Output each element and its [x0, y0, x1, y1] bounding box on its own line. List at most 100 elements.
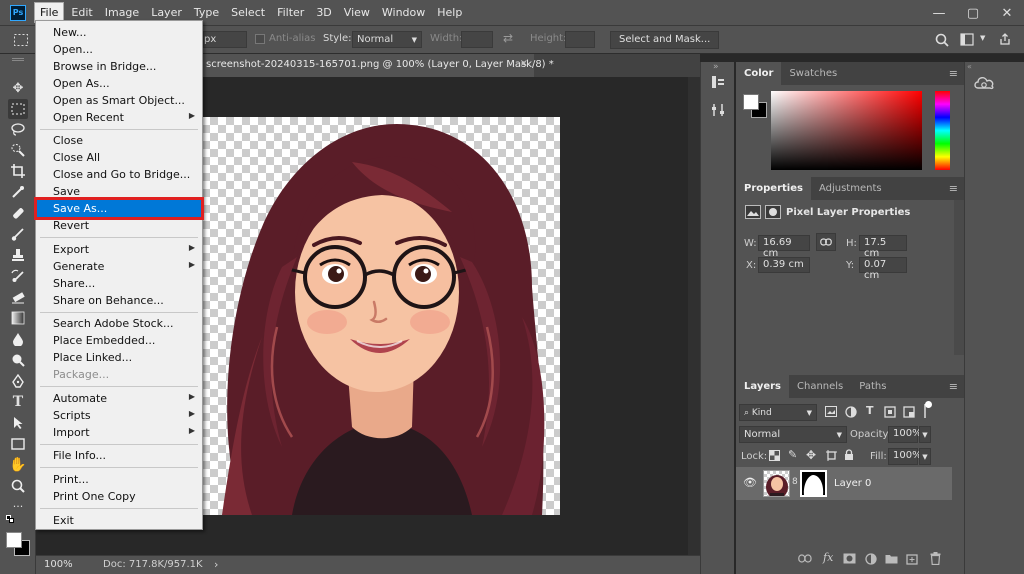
menu-item-close-all[interactable]: Close All	[37, 149, 201, 166]
properties-scrollbar[interactable]	[954, 200, 964, 355]
toolbar-collapse-handle[interactable]	[12, 58, 24, 61]
panel-foreground-swatch[interactable]	[743, 94, 759, 110]
minimize-button[interactable]: —	[922, 0, 956, 26]
foreground-color-swatch[interactable]	[6, 532, 22, 548]
close-document-icon[interactable]: ×	[520, 58, 528, 69]
menu-item-close-and-go-to-bridge[interactable]: Close and Go to Bridge...	[37, 166, 201, 183]
color-panel-menu-icon[interactable]: ≡	[949, 67, 958, 80]
feather-input[interactable]: px	[203, 31, 247, 48]
eye-visibility-icon[interactable]: 👁	[743, 476, 757, 489]
eraser-tool-icon[interactable]	[8, 287, 28, 307]
layer-y-input[interactable]: 0.07 cm	[859, 257, 907, 281]
menu-item-open-recent[interactable]: Open Recent ▶	[37, 109, 201, 126]
menu-item-close[interactable]: Close	[37, 132, 201, 149]
default-colors-icon[interactable]	[6, 515, 16, 525]
menu-item-file-info[interactable]: File Info...	[37, 447, 201, 464]
filter-toggle-switch[interactable]	[924, 401, 932, 418]
menu-help[interactable]: Help	[432, 3, 467, 22]
lock-position-icon[interactable]: ✥	[806, 448, 816, 462]
dock-collapse-handle[interactable]: »	[713, 62, 719, 72]
hand-tool-icon[interactable]: ✋	[8, 455, 28, 475]
link-layers-icon[interactable]	[798, 554, 812, 563]
delete-layer-icon[interactable]	[930, 552, 941, 565]
menu-3d[interactable]: 3D	[311, 3, 336, 22]
menu-item-place-embedded[interactable]: Place Embedded...	[37, 332, 201, 349]
history-brush-tool-icon[interactable]	[8, 266, 28, 286]
history-panel-icon[interactable]	[710, 74, 726, 90]
menu-item-import[interactable]: Import ▶	[37, 424, 201, 441]
eyedropper-tool-icon[interactable]	[8, 182, 28, 202]
tab-swatches[interactable]: Swatches	[781, 62, 845, 85]
menu-item-open-as[interactable]: Open As...	[37, 75, 201, 92]
menu-item-export[interactable]: Export ▶	[37, 241, 201, 258]
menu-view[interactable]: View	[339, 3, 375, 22]
lock-artboard-icon[interactable]	[826, 450, 837, 461]
color-saturation-field[interactable]	[771, 91, 922, 170]
search-icon[interactable]	[935, 33, 949, 47]
width-input[interactable]	[461, 31, 493, 48]
layers-panel-menu-icon[interactable]: ≡	[949, 380, 958, 393]
menu-item-generate[interactable]: Generate ▶	[37, 258, 201, 275]
zoom-tool-icon[interactable]	[8, 476, 28, 496]
zoom-level[interactable]: 100%	[44, 559, 73, 570]
lock-transparency-icon[interactable]	[769, 450, 780, 461]
fill-dropdown[interactable]: ▼	[919, 448, 931, 465]
new-layer-icon[interactable]	[906, 552, 918, 565]
link-dimensions-button[interactable]	[816, 233, 836, 251]
rectangle-tool-icon[interactable]	[8, 434, 28, 454]
menu-item-share[interactable]: Share...	[37, 275, 201, 292]
restore-button[interactable]: ▢	[956, 0, 990, 26]
tab-color[interactable]: Color	[736, 62, 782, 85]
layer-width-input[interactable]: 16.69 cm	[758, 235, 810, 259]
lasso-tool-icon[interactable]	[8, 119, 28, 139]
layer-row[interactable]: 👁 8 Layer 0	[736, 467, 952, 500]
tab-channels[interactable]: Channels	[789, 375, 851, 398]
tab-layers[interactable]: Layers	[736, 375, 789, 398]
menu-item-exit[interactable]: Exit	[37, 512, 201, 529]
status-menu-arrow-icon[interactable]: ›	[214, 558, 218, 571]
type-tool-icon[interactable]: T	[8, 392, 28, 412]
clone-stamp-tool-icon[interactable]	[8, 245, 28, 265]
opacity-input[interactable]: 100%	[888, 426, 922, 443]
menu-item-open-as-smart-object[interactable]: Open as Smart Object...	[37, 92, 201, 109]
lock-all-icon[interactable]	[844, 449, 854, 461]
cc-libraries-icon[interactable]	[974, 76, 994, 90]
more-tools-icon[interactable]: ···	[8, 496, 28, 516]
layer-name[interactable]: Layer 0	[834, 478, 871, 489]
crop-tool-icon[interactable]	[8, 161, 28, 181]
filter-shape-icon[interactable]	[884, 406, 896, 418]
menu-item-scripts[interactable]: Scripts ▶	[37, 407, 201, 424]
menu-item-browse-in-bridge[interactable]: Browse in Bridge...	[37, 58, 201, 75]
layer-height-input[interactable]: 17.5 cm	[859, 235, 907, 259]
far-strip-collapse[interactable]: «	[967, 62, 972, 71]
menu-item-save[interactable]: Save	[37, 183, 201, 200]
menu-item-print[interactable]: Print...	[37, 471, 201, 488]
tool-preset-picker[interactable]	[10, 31, 32, 49]
swap-dimensions-icon[interactable]: ⇄	[503, 31, 513, 45]
share-icon[interactable]	[998, 32, 1012, 46]
filter-pixel-icon[interactable]	[825, 406, 837, 417]
menu-item-search-adobe-stock[interactable]: Search Adobe Stock...	[37, 315, 201, 332]
layer-mask-thumbnail[interactable]	[800, 470, 827, 497]
height-input[interactable]	[565, 31, 595, 48]
menu-item-automate[interactable]: Automate ▶	[37, 390, 201, 407]
filter-smart-object-icon[interactable]	[903, 406, 915, 418]
menu-filter[interactable]: Filter	[272, 3, 309, 22]
blur-tool-icon[interactable]	[8, 329, 28, 349]
style-select[interactable]: Normal ▼	[352, 31, 422, 48]
workspace-icon[interactable]	[960, 33, 974, 46]
layer-mask-icon[interactable]	[765, 205, 781, 219]
blend-mode-select[interactable]: Normal ▼	[739, 426, 847, 443]
menu-window[interactable]: Window	[377, 3, 430, 22]
filter-adjustment-icon[interactable]	[845, 406, 857, 418]
layer-style-fx-icon[interactable]: fx	[823, 551, 833, 564]
filter-type-icon[interactable]: T	[866, 404, 874, 417]
move-tool-icon[interactable]: ✥	[8, 78, 28, 98]
new-adjustment-layer-icon[interactable]	[865, 553, 877, 565]
path-selection-tool-icon[interactable]	[8, 413, 28, 433]
menu-item-share-on-behance[interactable]: Share on Behance...	[37, 292, 201, 309]
new-group-icon[interactable]	[885, 553, 898, 564]
add-mask-icon[interactable]	[843, 553, 856, 564]
document-tab[interactable]: screenshot-20240315-165701.png @ 100% (L…	[200, 54, 554, 77]
fill-input[interactable]: 100%	[888, 448, 922, 465]
